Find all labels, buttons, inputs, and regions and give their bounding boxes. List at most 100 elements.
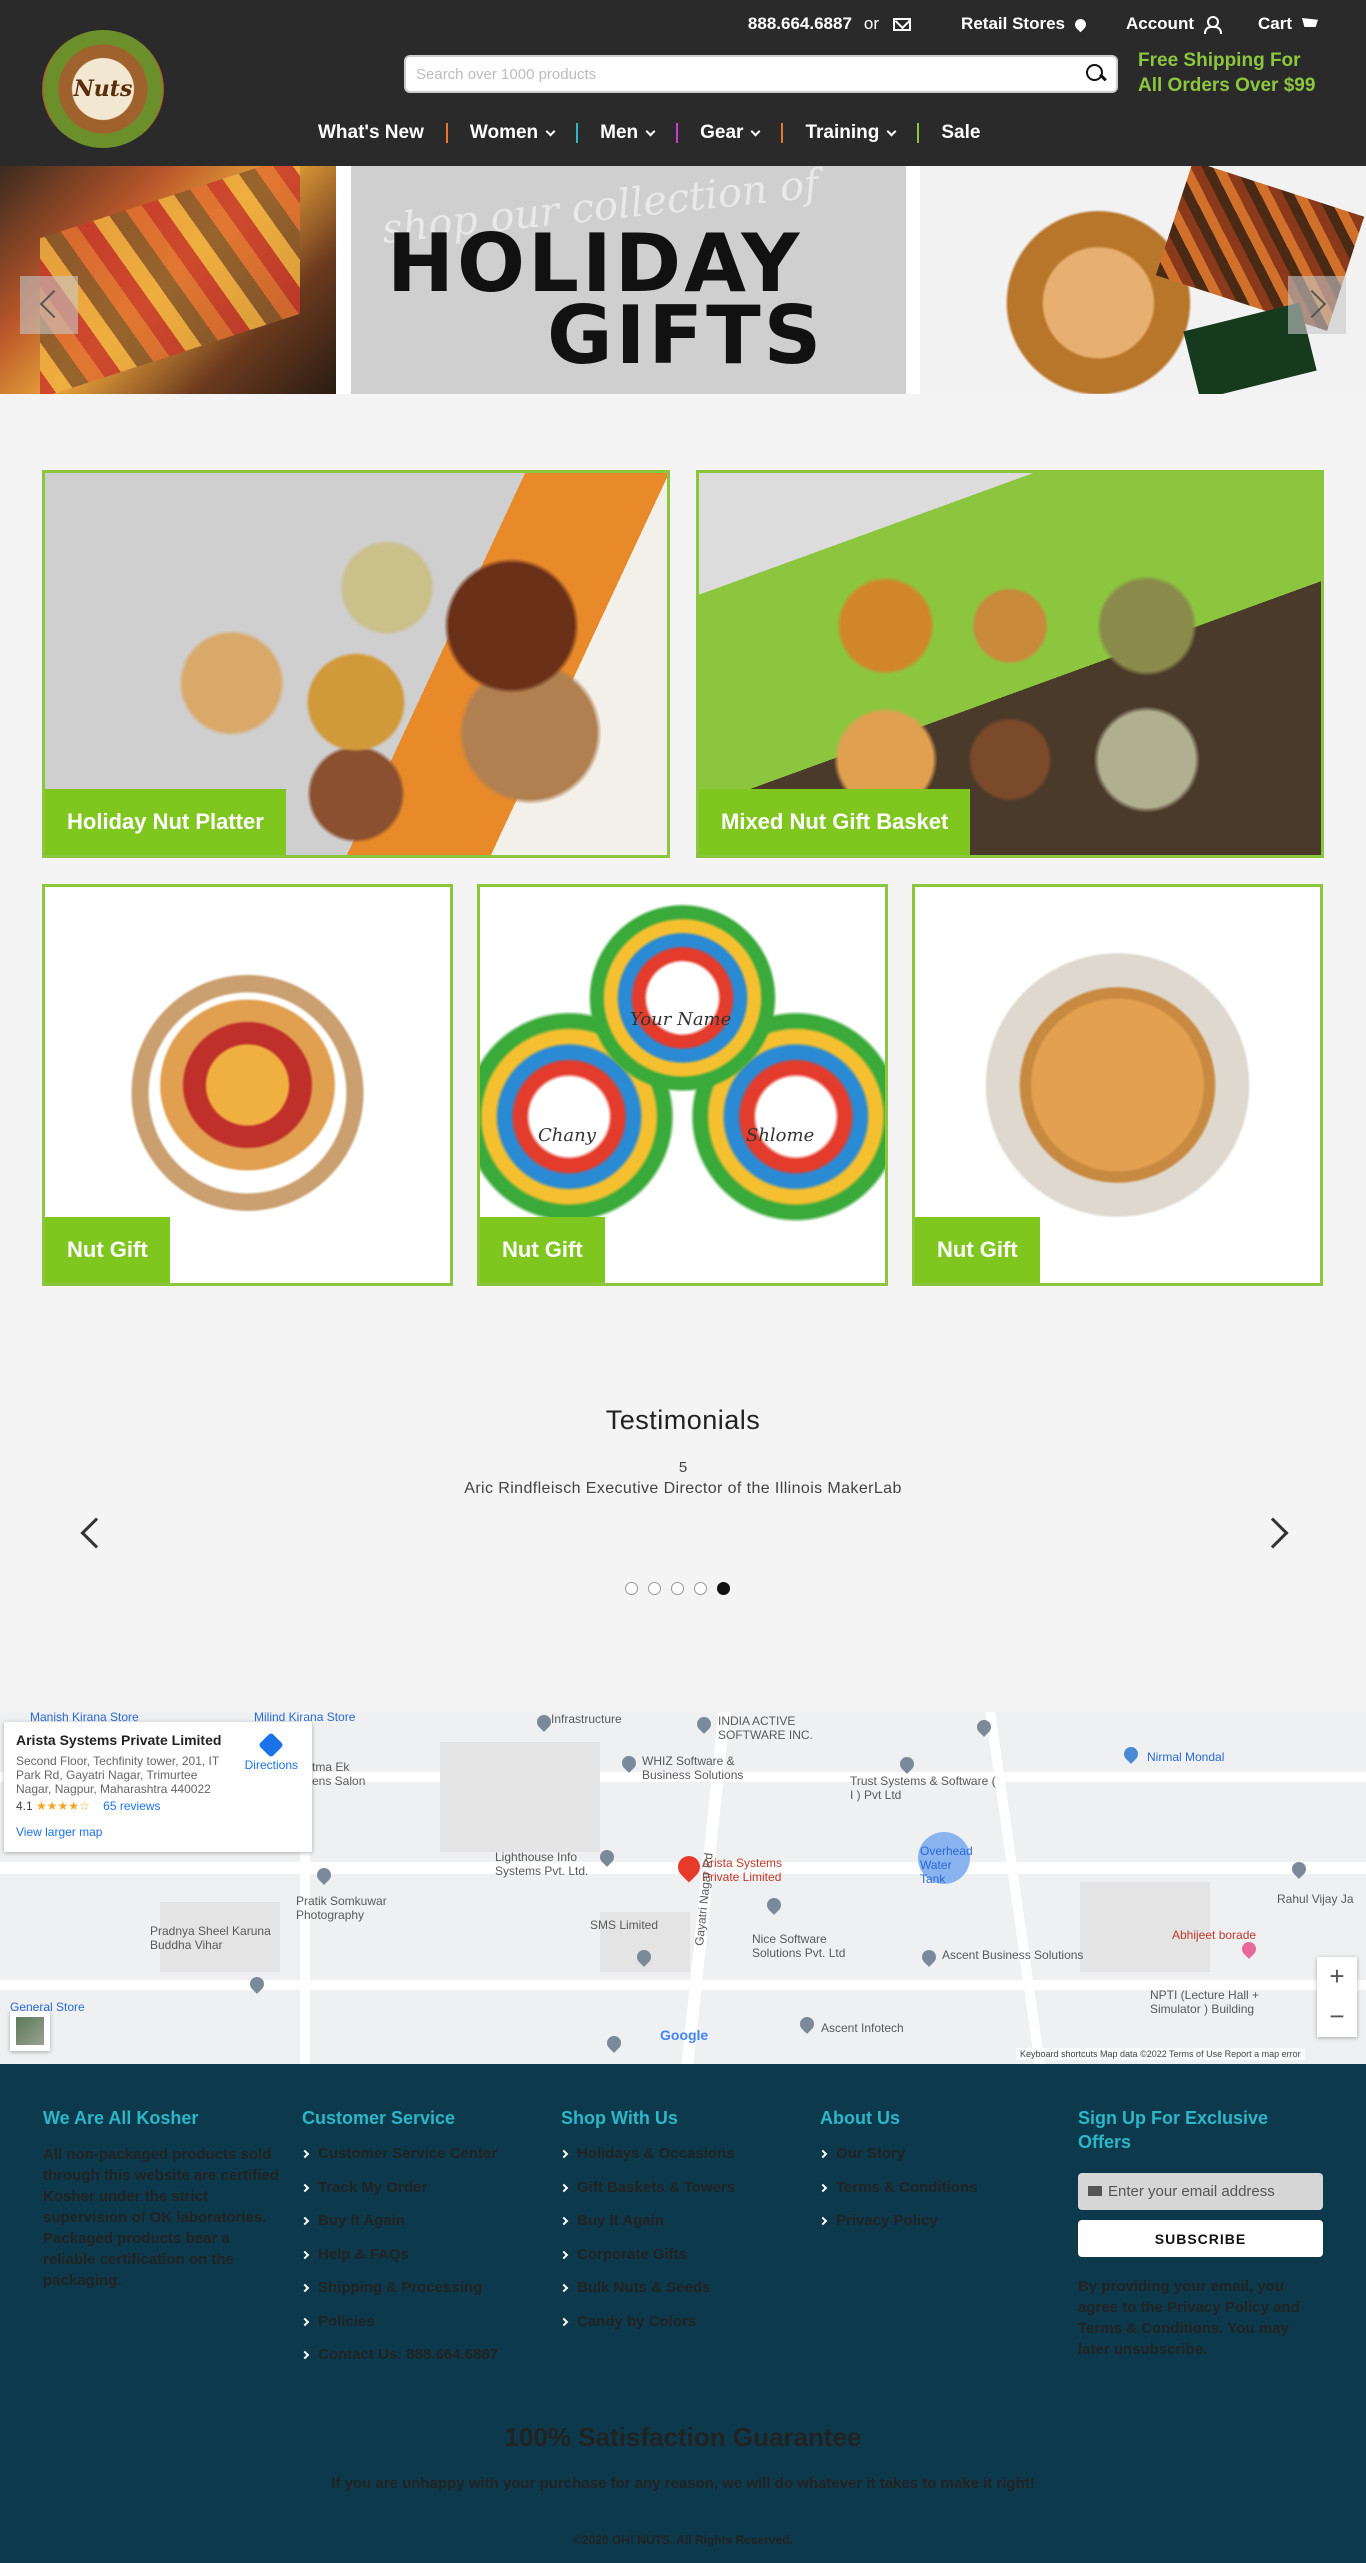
map-label-sms: SMS Limited bbox=[590, 1918, 659, 1932]
account-label: Account bbox=[1125, 14, 1194, 33]
chevron-right-icon bbox=[559, 2283, 569, 2293]
footer-signup-column: Sign Up For Exclusive Offers bbox=[1078, 2106, 1323, 2168]
footer-link[interactable]: Terms & Conditions bbox=[818, 2178, 1050, 2198]
product-card-nut-gift-pastries[interactable]: Nut Gift bbox=[912, 884, 1323, 1286]
carousel-prev-button[interactable] bbox=[20, 276, 78, 334]
hero-banner[interactable]: shop our collection of HOLIDAY GIFTS bbox=[351, 166, 906, 394]
directions-button[interactable]: Directions bbox=[245, 1732, 298, 1772]
phone-link[interactable]: 888.664.6887 bbox=[748, 14, 852, 34]
nav-item-men[interactable]: Men bbox=[578, 122, 676, 144]
footer-link-label: Contact Us: 888.664.6887 bbox=[318, 2346, 499, 2363]
footer-link-label: Terms & Conditions bbox=[836, 2178, 978, 2196]
product-card-mixed-nut-gift-basket[interactable]: Mixed Nut Gift Basket bbox=[696, 470, 1324, 858]
subscribe-button[interactable]: SUBSCRIBE bbox=[1078, 2220, 1323, 2257]
retail-stores-link[interactable]: Retail Stores bbox=[961, 14, 1089, 34]
chevron-down-icon bbox=[751, 126, 761, 136]
nav-item-women[interactable]: Women bbox=[448, 122, 576, 144]
map-label-pradnya: Pradnya Sheel Karuna Buddha Vihar bbox=[150, 1924, 271, 1952]
rating-stars-icon: ★★★★☆ bbox=[36, 1799, 90, 1813]
map-attribution[interactable]: Keyboard shortcuts Map data ©2022 Terms … bbox=[1016, 2048, 1305, 2060]
nav-item-gear[interactable]: Gear bbox=[678, 122, 781, 144]
account-link[interactable]: Account bbox=[1125, 14, 1222, 34]
directions-icon bbox=[258, 1732, 285, 1758]
testimonial-dot[interactable] bbox=[625, 1582, 638, 1595]
map-info-card: Arista Systems Private Limited Second Fl… bbox=[4, 1722, 312, 1852]
map-label-nirmal: Nirmal Mondal bbox=[1147, 1750, 1225, 1764]
free-shipping-notice: Free Shipping For All Orders Over $99 bbox=[1138, 48, 1315, 98]
mail-icon[interactable] bbox=[893, 17, 912, 31]
cart-link[interactable]: Cart bbox=[1258, 14, 1318, 34]
map-label-nptl: NPTI (Lecture Hall + Simulator ) Buildin… bbox=[1150, 1988, 1260, 2016]
nav-item-training[interactable]: Training bbox=[783, 122, 917, 144]
site-header: Nuts 888.664.6887 or Retail Stores Accou… bbox=[0, 0, 1366, 166]
carousel-next-button[interactable] bbox=[1288, 276, 1346, 334]
view-larger-map-link[interactable]: View larger map bbox=[16, 1825, 300, 1839]
product-card-nut-gift-lollipops[interactable]: Your Name Chany Shlome Nut Gift bbox=[477, 884, 888, 1286]
footer-link[interactable]: Track My Order bbox=[300, 2178, 552, 2198]
testimonials-title: Testimonials bbox=[605, 1405, 761, 1435]
footer-link[interactable]: Help & FAQs bbox=[300, 2245, 552, 2265]
testimonial-dot[interactable] bbox=[717, 1582, 730, 1595]
footer-about-links: Our Story Terms & Conditions Privacy Polic… bbox=[818, 2144, 1050, 2231]
footer-link-label: Customer Service Center bbox=[318, 2145, 498, 2162]
product-card-holiday-nut-platter[interactable]: Holiday Nut Platter bbox=[42, 470, 670, 858]
footer-link-label: Our Story bbox=[836, 2145, 906, 2162]
footer-link[interactable]: Bulk Nuts & Seeds bbox=[559, 2278, 811, 2298]
footer-link[interactable]: Privacy Policy bbox=[818, 2211, 1050, 2231]
testimonial-dot[interactable] bbox=[671, 1582, 684, 1595]
footer-link[interactable]: Contact Us: 888.664.6887 bbox=[300, 2345, 552, 2365]
footer-link[interactable]: Holidays & Occasions bbox=[559, 2144, 811, 2164]
map-label-pratik: Pratik Somkuwar Photography bbox=[296, 1894, 387, 1922]
newsletter-email-field bbox=[1078, 2173, 1323, 2210]
testimonial-dot[interactable] bbox=[694, 1582, 707, 1595]
main-nav: What's New Women Men Gear Training Sale bbox=[296, 118, 1002, 148]
footer-link[interactable]: Corporate Gifts bbox=[559, 2245, 811, 2265]
footer-link[interactable]: Gift Baskets & Towers bbox=[559, 2178, 811, 2198]
chevron-right-icon bbox=[300, 2350, 310, 2360]
newsletter-email-input[interactable] bbox=[1108, 2173, 1318, 2210]
nav-item-label: Men bbox=[600, 122, 639, 143]
footer-link[interactable]: Shipping & Processing bbox=[300, 2278, 552, 2298]
chevron-right-icon bbox=[300, 2317, 310, 2326]
footer-link[interactable]: Our Story bbox=[818, 2144, 1050, 2164]
chevron-left-icon bbox=[39, 289, 69, 319]
search-input[interactable] bbox=[406, 57, 1046, 91]
chevron-right-icon bbox=[300, 2283, 310, 2293]
guarantee-text: If you are unhappy with your purchase fo… bbox=[331, 2475, 1035, 2492]
zoom-out-button[interactable]: − bbox=[1317, 1997, 1357, 2037]
footer-link-label: Holidays & Occasions bbox=[577, 2145, 735, 2162]
map-card-rating-row: 4.1 ★★★★☆ 65 reviews bbox=[16, 1799, 300, 1813]
shipping-line-1: Free Shipping For bbox=[1138, 50, 1301, 71]
product-label: Nut Gift bbox=[45, 1217, 170, 1283]
map-label-nice: Nice Software Solutions Pvt. Ltd bbox=[752, 1932, 846, 1960]
footer-shop-title: Shop With Us bbox=[561, 2108, 678, 2128]
footer-link[interactable]: Customer Service Center bbox=[300, 2144, 552, 2164]
nav-item-what-s-new[interactable]: What's New bbox=[296, 122, 446, 144]
nav-item-sale[interactable]: Sale bbox=[919, 122, 1002, 144]
search-icon[interactable] bbox=[1086, 64, 1106, 84]
product-card-nut-gift-apple-basket[interactable]: Nut Gift bbox=[42, 884, 453, 1286]
footer-link[interactable]: Buy It Again bbox=[559, 2211, 811, 2231]
map-label-salon: tma Ek ens Salon bbox=[312, 1760, 366, 1788]
chevron-right-icon bbox=[818, 2149, 828, 2159]
chevron-down-icon bbox=[545, 126, 556, 136]
product-label: Mixed Nut Gift Basket bbox=[699, 789, 971, 855]
zoom-in-button[interactable]: + bbox=[1317, 1957, 1357, 1997]
footer-link[interactable]: Buy It Again bbox=[300, 2211, 552, 2231]
footer-kosher-text: All non-packaged products sold through t… bbox=[43, 2146, 279, 2289]
map-card-reviews-link[interactable]: 65 reviews bbox=[103, 1799, 160, 1813]
street-view-thumbnail[interactable] bbox=[10, 2011, 50, 2051]
map-block bbox=[440, 1742, 600, 1852]
testimonial-dot[interactable] bbox=[648, 1582, 661, 1595]
footer-link[interactable]: Policies bbox=[300, 2312, 552, 2332]
chevron-right-icon bbox=[300, 2149, 310, 2159]
location-pin-icon bbox=[1072, 16, 1089, 32]
chevron-down-icon bbox=[886, 126, 897, 136]
footer-customer-service-column: Customer Service Customer Service Center… bbox=[300, 2106, 552, 2379]
retail-stores-label: Retail Stores bbox=[961, 14, 1065, 33]
top-bar: 888.664.6887 or Retail Stores Account Ca… bbox=[748, 12, 1318, 36]
site-logo[interactable]: Nuts bbox=[42, 30, 164, 148]
footer-link[interactable]: Candy by Colors bbox=[559, 2312, 811, 2332]
map-label-rahul: Rahul Vijay Ja bbox=[1277, 1892, 1354, 1906]
envelope-icon bbox=[1088, 2186, 1102, 2196]
